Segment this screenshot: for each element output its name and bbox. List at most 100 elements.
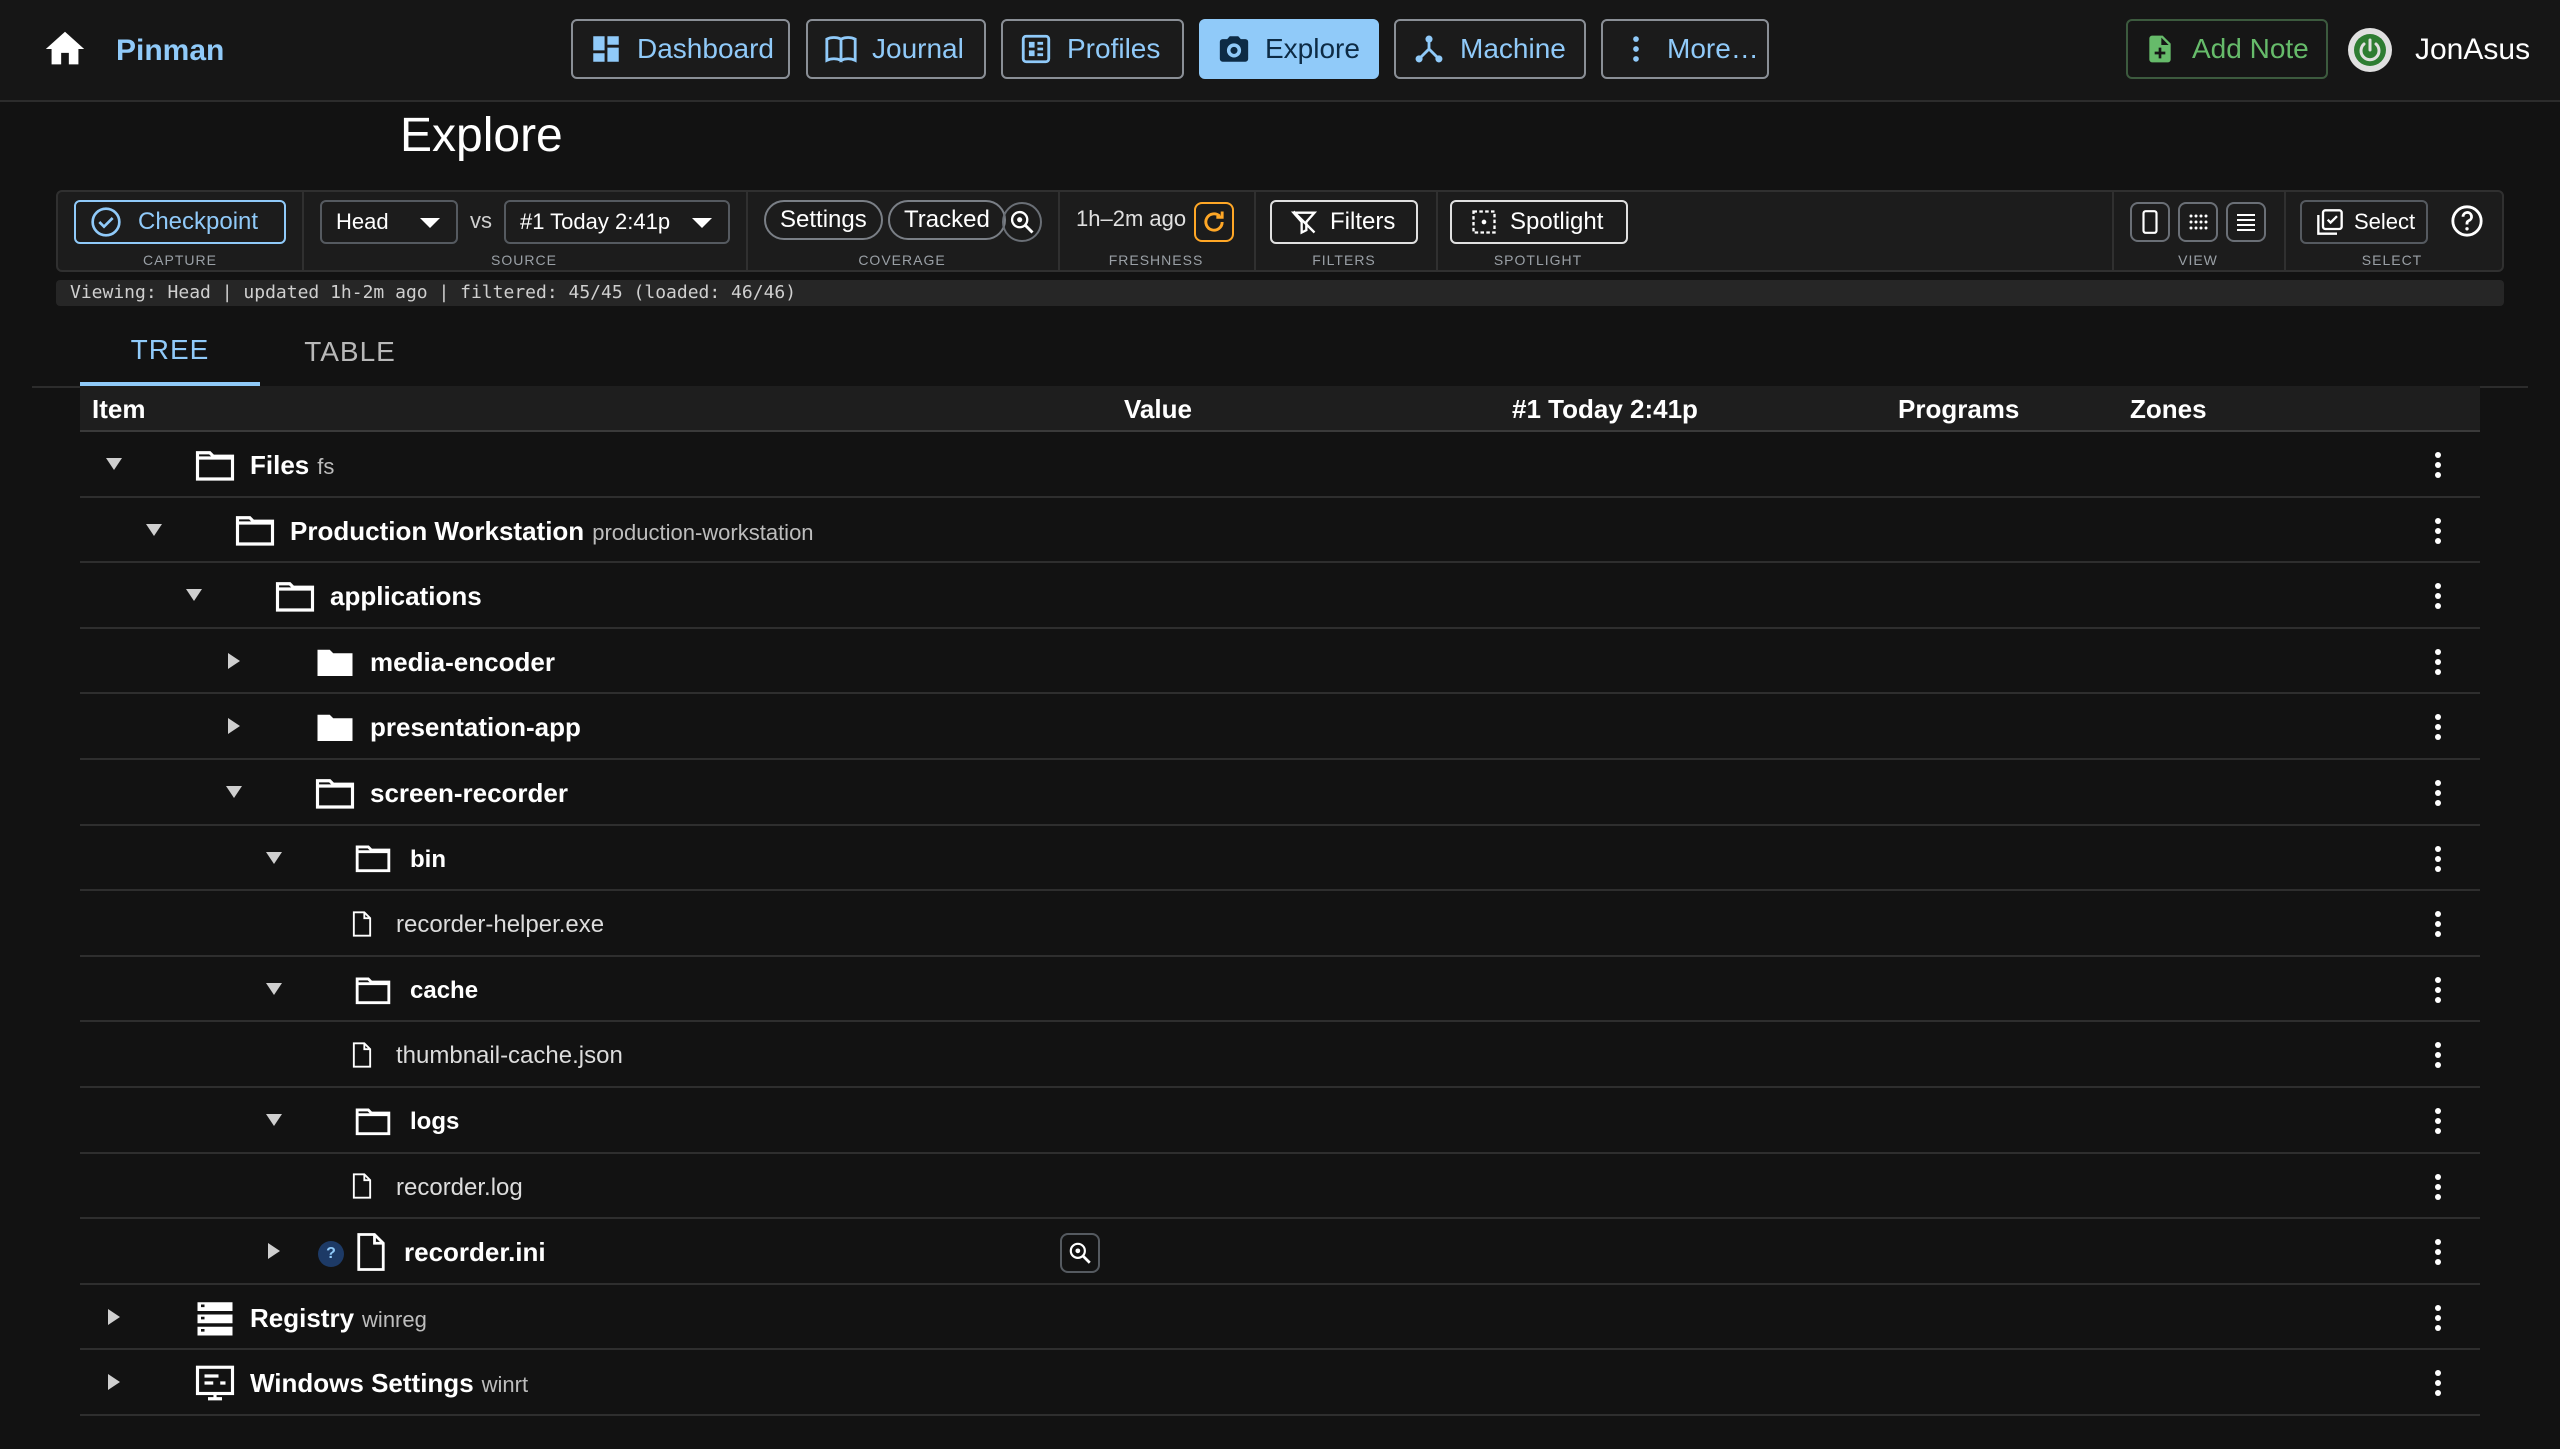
caret-down-icon[interactable]	[144, 520, 164, 540]
file-icon	[352, 1042, 372, 1068]
tree-row[interactable]: applications	[80, 563, 2480, 629]
nav-explore-button[interactable]: Explore	[1199, 19, 1379, 79]
tree-row-label: presentation-app	[370, 712, 581, 743]
tree-row[interactable]: logs	[80, 1088, 2480, 1154]
more-vertical-icon[interactable]	[2432, 844, 2444, 874]
more-vertical-icon[interactable]	[2432, 1237, 2444, 1267]
more-vertical-icon[interactable]	[2432, 778, 2444, 808]
caret-down-icon[interactable]	[224, 782, 244, 802]
nav-journal-button[interactable]: Journal	[806, 19, 986, 79]
more-vertical-icon[interactable]	[2432, 1172, 2444, 1202]
settings-chip[interactable]: Settings	[764, 200, 883, 240]
tab-table[interactable]: TABLE	[260, 318, 440, 386]
view-grid-button[interactable]	[2178, 202, 2218, 242]
select-button[interactable]: Select	[2300, 200, 2428, 244]
tree-row[interactable]: Windows Settings winrt	[80, 1350, 2480, 1416]
refresh-button[interactable]	[1194, 202, 1234, 242]
more-vertical-icon[interactable]	[2432, 712, 2444, 742]
more-vertical-icon[interactable]	[2432, 1106, 2444, 1136]
app-name[interactable]: Pinman	[116, 32, 224, 70]
column-zones[interactable]: Zones	[2130, 394, 2207, 425]
unknown-status-badge: ?	[318, 1241, 344, 1268]
freshness-caption: FRESHNESS	[1108, 252, 1204, 268]
caret-down-icon[interactable]	[264, 848, 284, 868]
tree-row-name: Windows Settings	[250, 1368, 474, 1399]
source-right-select[interactable]: #1 Today 2:41p	[504, 200, 730, 244]
nav-machine-button[interactable]: Machine	[1394, 19, 1586, 79]
tree-row[interactable]: media-encoder	[80, 629, 2480, 695]
tracked-chip[interactable]: Tracked	[888, 200, 1006, 240]
add-note-button[interactable]: Add Note	[2126, 19, 2328, 79]
caret-down-icon[interactable]	[184, 585, 204, 605]
help-icon[interactable]	[2450, 204, 2484, 238]
column-value[interactable]: Value	[1124, 394, 1192, 425]
more-vertical-icon[interactable]	[2432, 909, 2444, 939]
filters-button[interactable]: Filters	[1270, 200, 1418, 244]
dashboard-icon	[593, 36, 619, 62]
caret-right-icon[interactable]	[104, 1307, 124, 1327]
tree-row-key: fs	[317, 454, 335, 479]
tree-row[interactable]: recorder-helper.exe	[80, 891, 2480, 957]
inspect-value-button[interactable]	[1060, 1233, 1100, 1274]
toolbar-divider	[1254, 192, 1256, 270]
tab-tree[interactable]: TREE	[80, 318, 260, 386]
more-vertical-icon[interactable]	[2432, 581, 2444, 611]
source-right-value: #1 Today 2:41p	[520, 209, 671, 234]
nav-dashboard-label: Dashboard	[637, 33, 774, 64]
status-line: Viewing: Head | updated 1h-2m ago | filt…	[56, 280, 2504, 306]
tree-row[interactable]: cache	[80, 957, 2480, 1023]
column-snapshot[interactable]: #1 Today 2:41p	[1512, 394, 1698, 425]
more-vertical-icon[interactable]	[2432, 1303, 2444, 1333]
view-list-button[interactable]	[2226, 202, 2266, 242]
spotlight-button[interactable]: Spotlight	[1450, 200, 1628, 244]
tree-row[interactable]: bin	[80, 826, 2480, 892]
tree-row[interactable]: ? recorder.ini	[80, 1219, 2480, 1285]
tree-row-label: recorder-helper.exe	[396, 911, 604, 939]
tree-row[interactable]: screen-recorder	[80, 760, 2480, 826]
more-vertical-icon[interactable]	[2432, 1368, 2444, 1398]
nav-more-button[interactable]: More…	[1601, 19, 1769, 79]
column-programs[interactable]: Programs	[1898, 394, 2019, 425]
caret-right-icon[interactable]	[224, 651, 244, 671]
caret-down-icon[interactable]	[264, 979, 284, 999]
more-vertical-icon[interactable]	[2432, 1040, 2444, 1070]
coverage-scan-button[interactable]	[1002, 202, 1042, 242]
page-title: Explore	[400, 109, 563, 162]
more-vertical-icon[interactable]	[2432, 975, 2444, 1005]
folder-outline-icon	[355, 1108, 391, 1135]
toolbar-divider	[2284, 192, 2286, 270]
nav-profiles-button[interactable]: Profiles	[1001, 19, 1184, 79]
more-vertical-icon[interactable]	[2432, 516, 2444, 546]
nav-dashboard-button[interactable]: Dashboard	[571, 19, 790, 79]
caret-down-icon[interactable]	[264, 1110, 284, 1130]
tree-row[interactable]: Registry winreg	[80, 1285, 2480, 1351]
tree-row[interactable]: recorder.log	[80, 1154, 2480, 1220]
source-left-select[interactable]: Head	[320, 200, 458, 244]
tree-row[interactable]: thumbnail-cache.json	[80, 1022, 2480, 1088]
more-vertical-icon[interactable]	[2432, 647, 2444, 677]
tree-row[interactable]: Production Workstation production-worksta…	[80, 498, 2480, 564]
view-single-button[interactable]	[2130, 202, 2170, 242]
coverage-caption: COVERAGE	[858, 252, 946, 268]
tree-row-label: Registry winreg	[250, 1303, 427, 1334]
more-vertical-icon[interactable]	[2432, 450, 2444, 480]
caret-right-icon[interactable]	[264, 1241, 284, 1261]
search-gear-icon	[1010, 210, 1034, 234]
checkpoint-button[interactable]: Checkpoint	[74, 200, 286, 244]
caret-right-icon[interactable]	[224, 716, 244, 736]
filter-off-icon	[1290, 210, 1318, 235]
grid-header: Item Value #1 Today 2:41p Programs Zones	[80, 386, 2480, 432]
column-item[interactable]: Item	[92, 394, 145, 425]
caret-down-icon[interactable]	[104, 454, 124, 474]
caret-right-icon[interactable]	[104, 1372, 124, 1392]
select-area-icon	[1472, 210, 1496, 234]
vs-label: vs	[470, 208, 492, 233]
home-icon[interactable]	[42, 26, 88, 72]
file-icon	[352, 1173, 372, 1199]
power-icon[interactable]	[2346, 26, 2394, 74]
tree-row-label: Production Workstation production-worksta…	[290, 516, 814, 547]
tree-row[interactable]: presentation-app	[80, 694, 2480, 760]
toolbar-divider	[302, 192, 304, 270]
tree-row[interactable]: Files fs	[80, 432, 2480, 498]
user-name[interactable]: JonAsus	[2415, 33, 2530, 67]
